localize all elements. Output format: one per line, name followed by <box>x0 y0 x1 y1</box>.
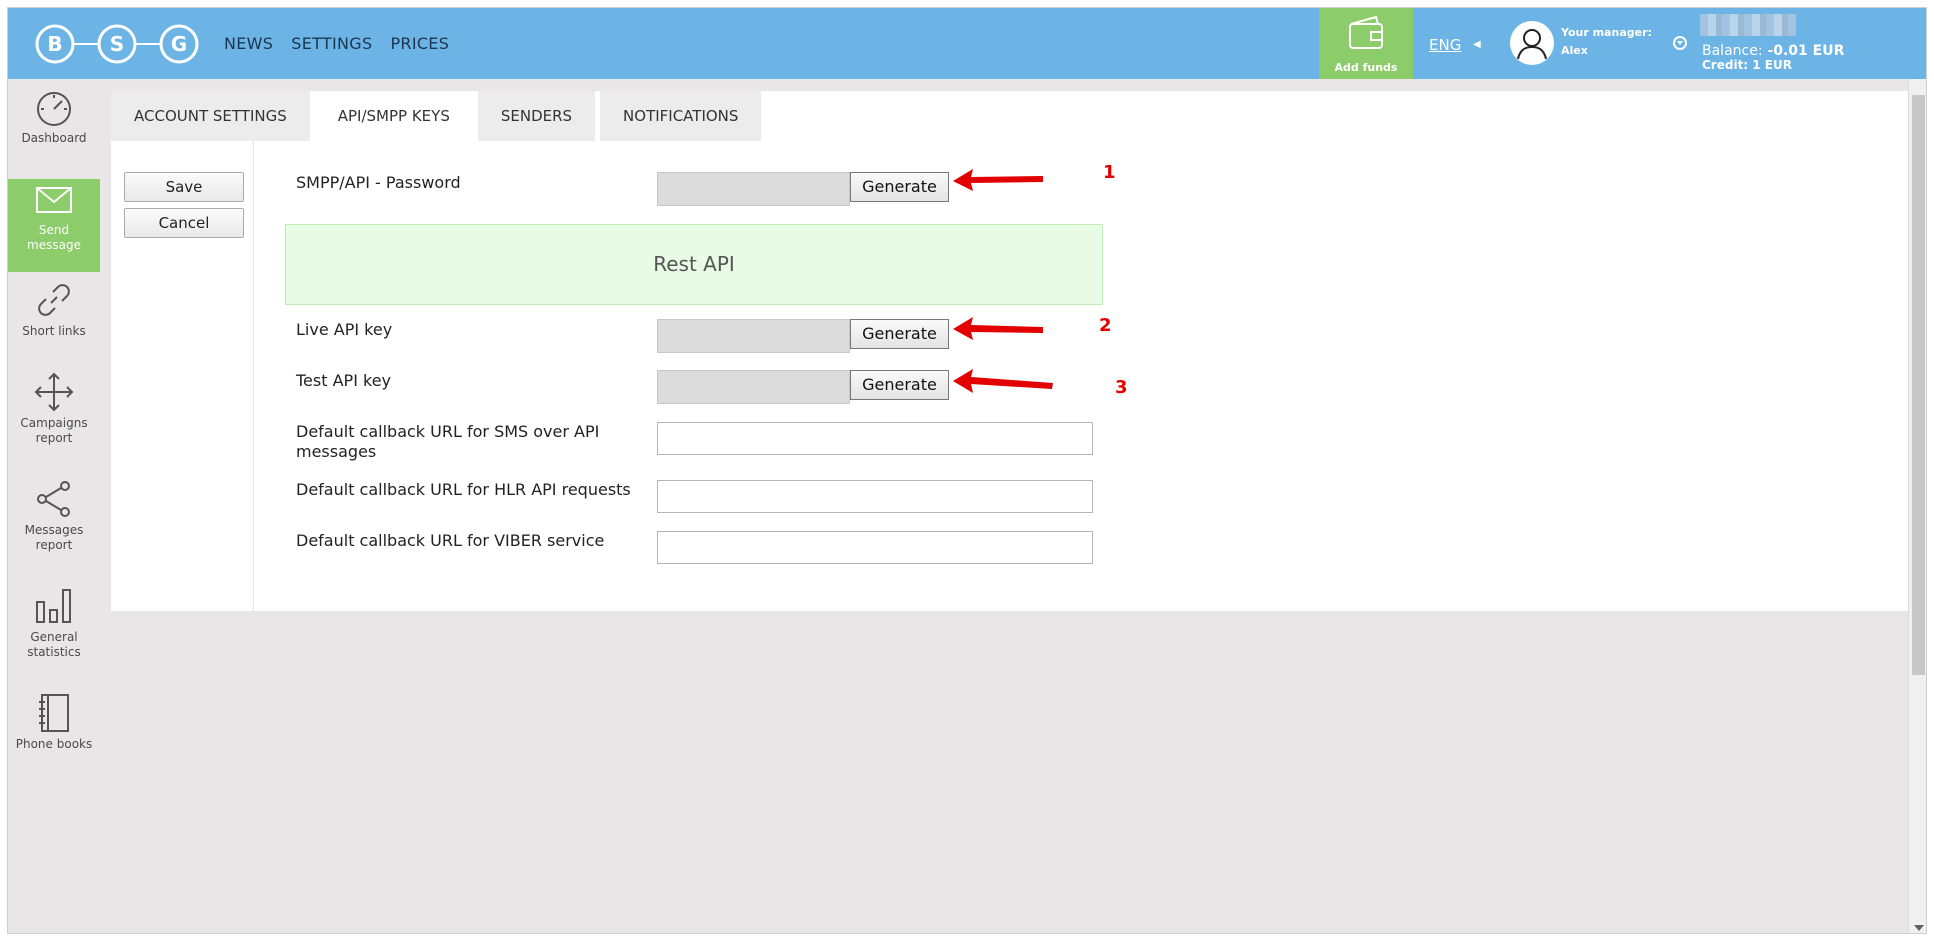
nav-settings[interactable]: SETTINGS <box>291 34 372 53</box>
cancel-button[interactable]: Cancel <box>124 208 244 238</box>
vertical-scrollbar[interactable] <box>1908 79 1926 933</box>
callback-sms-label: Default callback URL for SMS over API me… <box>296 422 600 461</box>
annotation-number-3: 3 <box>1115 377 1128 398</box>
sidebar-label: General statistics <box>27 630 81 659</box>
add-funds-button[interactable]: Add funds <box>1319 8 1413 79</box>
link-icon <box>38 284 70 316</box>
callback-hlr-url-input[interactable] <box>657 480 1093 513</box>
sidebar-label: Messages report <box>24 523 84 552</box>
sidebar-label: Short links <box>22 324 86 338</box>
top-header: B S G NEWS SETTINGS PRICES Add funds ENG… <box>8 8 1926 79</box>
add-funds-label: Add funds <box>1334 61 1398 74</box>
column-divider <box>253 141 254 611</box>
scrollbar-thumb[interactable] <box>1912 95 1925 675</box>
envelope-icon <box>36 187 72 213</box>
settings-panel: ACCOUNT SETTINGS API/SMPP KEYS SENDERS N… <box>111 91 1908 611</box>
sidebar-item-campaigns-report[interactable]: Campaigns report <box>8 372 100 471</box>
annotation-arrow-3 <box>953 369 1053 393</box>
browser-frame: B S G NEWS SETTINGS PRICES Add funds ENG… <box>7 7 1927 934</box>
annotation-arrow-2 <box>953 317 1043 340</box>
share-icon <box>37 481 70 517</box>
tab-account-settings[interactable]: ACCOUNT SETTINGS <box>111 91 315 141</box>
test-api-key-label: Test API key <box>296 371 391 390</box>
sidebar-item-phone-books[interactable]: Phone books <box>8 693 100 777</box>
callback-hlr-label: Default callback URL for HLR API request… <box>296 480 631 499</box>
annotation-number-2: 2 <box>1099 315 1112 336</box>
generate-test-key-button[interactable]: Generate <box>850 370 949 400</box>
smpp-password-label: SMPP/API - Password <box>296 173 461 192</box>
move-arrows-icon <box>34 372 74 412</box>
nav-prices[interactable]: PRICES <box>390 34 449 53</box>
settings-tabs: ACCOUNT SETTINGS API/SMPP KEYS SENDERS N… <box>111 91 767 141</box>
callback-viber-url-input[interactable] <box>657 531 1093 564</box>
callback-sms-url-input[interactable] <box>657 422 1093 455</box>
notebook-icon <box>39 694 69 732</box>
smpp-password-field[interactable] <box>657 172 850 206</box>
user-icon <box>1517 29 1547 60</box>
sidebar-item-general-statistics[interactable]: General statistics <box>8 586 100 685</box>
manager-label: Your manager: <box>1561 26 1652 39</box>
sidebar-item-dashboard[interactable]: Dashboard <box>8 87 100 171</box>
top-nav: NEWS SETTINGS PRICES <box>224 34 449 53</box>
credit: Credit: 1 EUR <box>1702 58 1792 72</box>
sidebar-label: Campaigns report <box>20 416 88 445</box>
bar-chart-icon <box>36 589 71 623</box>
manager-name: Alex <box>1561 44 1588 57</box>
logo-letter: S <box>110 32 124 56</box>
live-api-key-field[interactable] <box>657 319 850 353</box>
sidebar-label: Dashboard <box>21 131 87 145</box>
wallet-icon <box>1349 15 1383 49</box>
balance-value: -0.01 EUR <box>1767 43 1845 59</box>
balance: Balance: -0.01 EUR <box>1702 43 1844 59</box>
balance-dropdown-icon[interactable] <box>1673 36 1687 50</box>
callback-viber-label: Default callback URL for VIBER service <box>296 531 605 550</box>
balance-label: Balance: <box>1702 43 1763 59</box>
annotation-arrow-1 <box>953 169 1043 191</box>
bsg-logo: B S G <box>35 24 199 64</box>
annotation-number-1: 1 <box>1103 162 1116 183</box>
save-button[interactable]: Save <box>124 172 244 202</box>
test-api-key-field[interactable] <box>657 370 850 404</box>
live-api-key-label: Live API key <box>296 320 393 339</box>
manager-avatar <box>1510 21 1554 65</box>
scroll-down-arrow-icon[interactable] <box>1914 925 1924 931</box>
sidebar-item-messages-report[interactable]: Messages report <box>8 479 100 578</box>
sidebar-item-send-message[interactable]: Send message <box>8 179 100 272</box>
nav-news[interactable]: NEWS <box>224 34 273 53</box>
sidebar-label: Phone books <box>15 737 93 751</box>
left-sidebar: Dashboard Send message Short links Campa… <box>8 79 100 933</box>
tab-senders[interactable]: SENDERS <box>477 91 601 141</box>
tab-notifications[interactable]: NOTIFICATIONS <box>600 91 767 141</box>
tab-api-smpp-keys[interactable]: API/SMPP KEYS <box>314 91 478 141</box>
speedometer-icon <box>37 92 71 126</box>
language-selector[interactable]: ENG <box>1429 36 1461 54</box>
rest-api-header: Rest API <box>285 224 1103 305</box>
logo-letter: G <box>171 32 187 56</box>
generate-live-key-button[interactable]: Generate <box>850 319 949 349</box>
generate-smpp-password-button[interactable]: Generate <box>850 172 949 202</box>
sidebar-item-short-links[interactable]: Short links <box>8 280 100 364</box>
account-name-blurred <box>1700 14 1796 36</box>
sidebar-label: Send message <box>27 223 81 252</box>
caret-left-icon[interactable]: ◀ <box>1473 39 1481 50</box>
logo-letter: B <box>47 32 62 56</box>
